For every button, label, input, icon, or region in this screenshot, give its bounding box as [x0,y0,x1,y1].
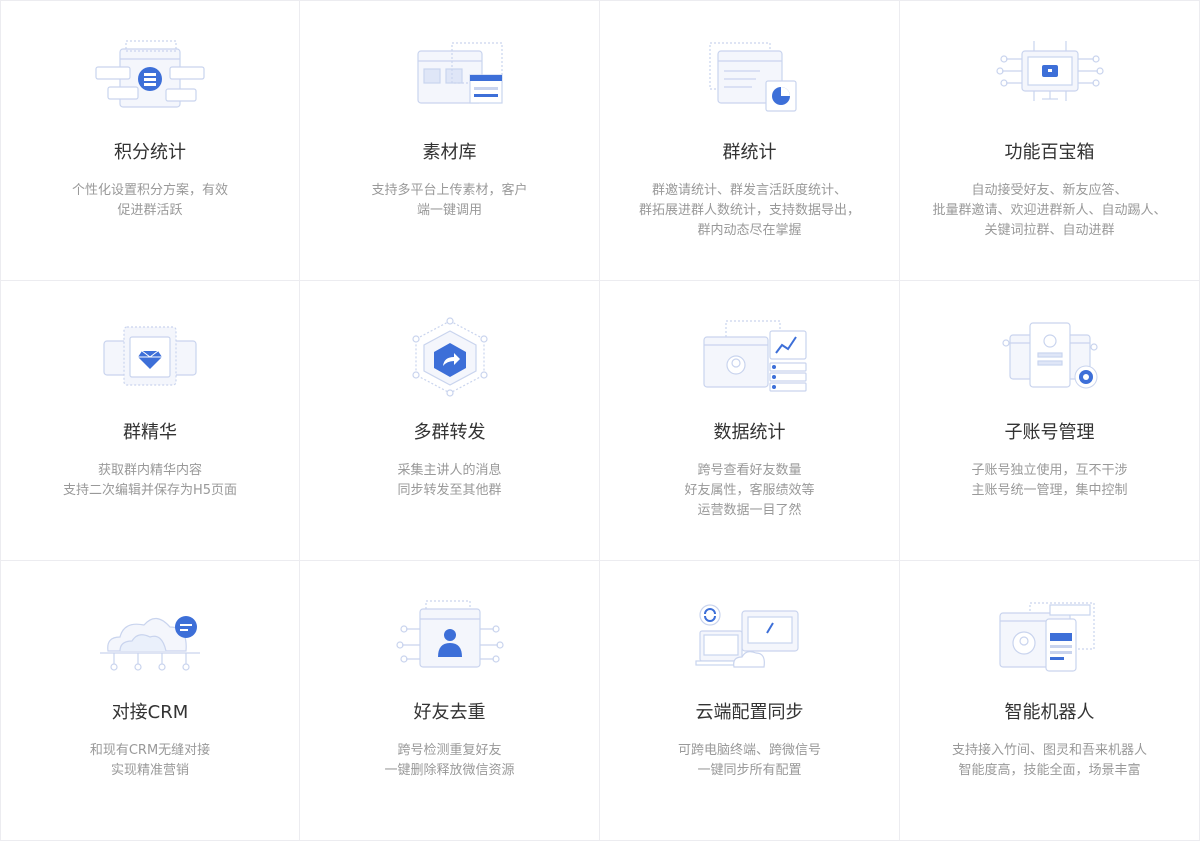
diamond-icon [90,317,210,397]
feature-description: 跨号查看好友数量 好友属性，客服绩效等 运营数据一目了然 [684,463,815,518]
points-stats-icon [90,37,210,117]
feature-card-points-stats[interactable]: 积分统计 个性化设置积分方案，有效 促进群活跃 [0,1,300,281]
feature-description: 子账号独立使用，互不干涉 主账号统一管理，集中控制 [971,463,1128,498]
feature-card-sub-account[interactable]: 子账号管理 子账号独立使用，互不干涉 主账号统一管理，集中控制 [900,281,1200,561]
feature-card-crm[interactable]: 对接CRM 和现有CRM无缝对接 实现精准营销 [0,561,300,841]
feature-title: 对接CRM [111,702,189,723]
feature-description: 跨号检测重复好友 一键删除释放微信资源 [384,743,515,778]
friend-dedup-icon [390,597,510,677]
sub-account-icon [990,317,1110,397]
feature-title: 群精华 [123,422,177,443]
feature-card-smart-robot[interactable]: 智能机器人 支持接入竹间、图灵和吾来机器人 智能度高，技能全面，场景丰富 [900,561,1200,841]
feature-title: 好友去重 [413,702,486,723]
feature-description: 群邀请统计、群发言活跃度统计、 群拓展进群人数统计，支持数据导出， 群内动态尽在掌握 [638,183,860,238]
feature-description: 和现有CRM无缝对接 实现精准营销 [89,743,211,778]
feature-title: 智能机器人 [1004,702,1095,723]
feature-description: 自动接受好友、新友应答、 批量群邀请、欢迎进群新人、自动踢人、 关键词拉群、自动进群 [932,183,1167,238]
crm-cloud-icon [90,597,210,677]
feature-title: 素材库 [422,142,477,163]
share-forward-icon [390,317,510,397]
feature-card-toolbox[interactable]: 功能百宝箱 自动接受好友、新友应答、 批量群邀请、欢迎进群新人、自动踢人、 关键词拉… [900,1,1200,281]
robot-icon [990,597,1110,677]
feature-description: 个性化设置积分方案，有效 促进群活跃 [71,183,228,218]
group-stats-icon [690,37,810,117]
feature-description: 支持接入竹间、图灵和吾来机器人 智能度高，技能全面，场景丰富 [951,743,1147,778]
feature-description: 采集主讲人的消息 同步转发至其他群 [397,463,502,498]
feature-description: 支持多平台上传素材，客户 端一键调用 [371,183,528,218]
feature-card-multi-group-forward[interactable]: 多群转发 采集主讲人的消息 同步转发至其他群 [300,281,600,561]
cloud-sync-icon [690,597,810,677]
feature-card-friend-dedup[interactable]: 好友去重 跨号检测重复好友 一键删除释放微信资源 [300,561,600,841]
feature-card-group-essence[interactable]: 群精华 获取群内精华内容 支持二次编辑并保存为H5页面 [0,281,300,561]
feature-description: 可跨电脑终端、跨微信号 一键同步所有配置 [677,743,821,778]
data-stats-icon [690,317,810,397]
feature-card-data-stats[interactable]: 数据统计 跨号查看好友数量 好友属性，客服绩效等 运营数据一目了然 [600,281,900,561]
feature-card-material-library[interactable]: 素材库 支持多平台上传素材，客户 端一键调用 [300,1,600,281]
feature-title: 云端配置同步 [695,702,804,723]
toolbox-icon [990,37,1110,117]
feature-description: 获取群内精华内容 支持二次编辑并保存为H5页面 [62,463,238,498]
feature-title: 群统计 [722,142,777,163]
feature-title: 子账号管理 [1004,422,1095,443]
feature-title: 多群转发 [413,422,486,443]
feature-card-group-stats[interactable]: 群统计 群邀请统计、群发言活跃度统计、 群拓展进群人数统计，支持数据导出， 群内动态… [600,1,900,281]
feature-title: 数据统计 [713,422,786,443]
feature-title: 积分统计 [114,142,186,163]
material-library-icon [390,37,510,117]
feature-grid: 积分统计 个性化设置积分方案，有效 促进群活跃 素材库 支持多平台上传素材，客户端… [0,0,1200,841]
feature-card-cloud-sync[interactable]: 云端配置同步 可跨电脑终端、跨微信号 一键同步所有配置 [600,561,900,841]
feature-title: 功能百宝箱 [1004,142,1095,163]
